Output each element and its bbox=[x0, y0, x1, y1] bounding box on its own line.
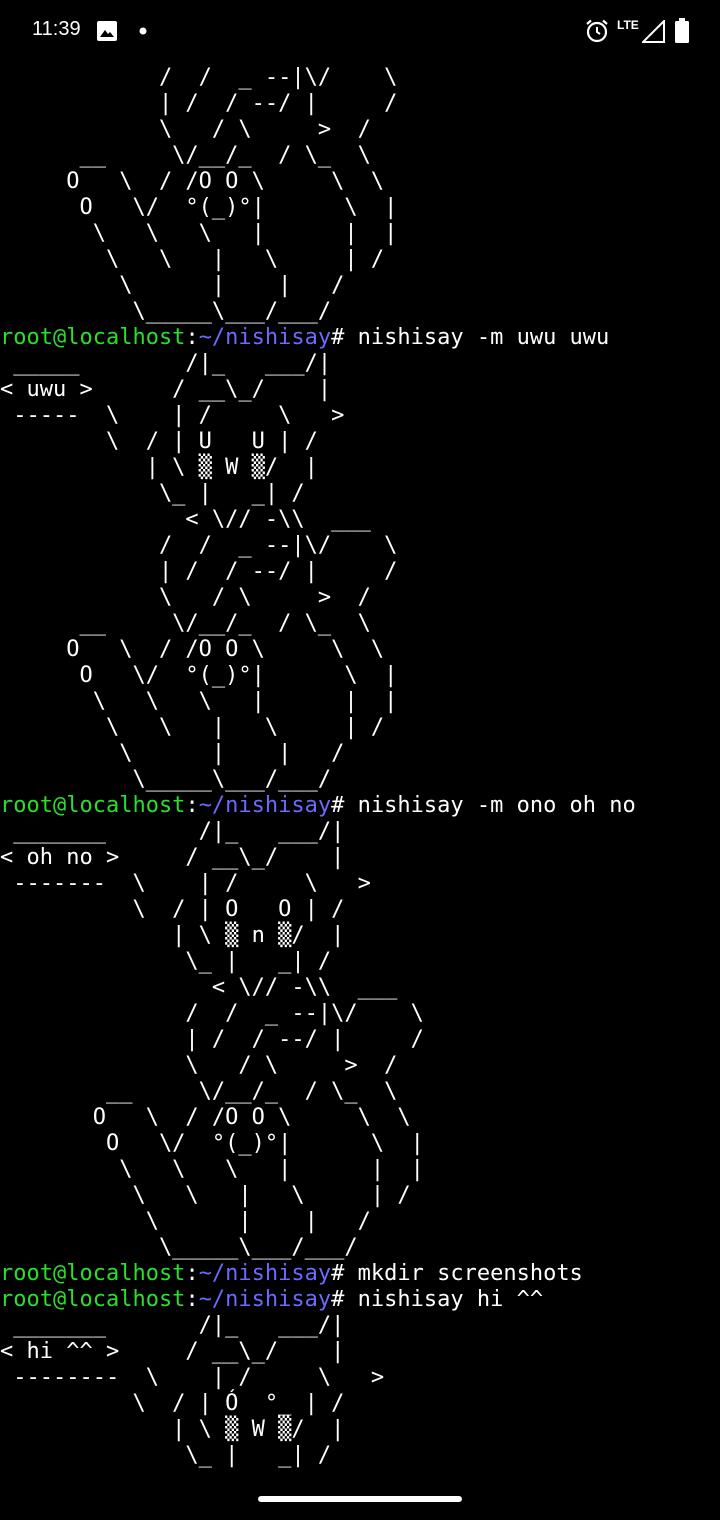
ascii-art-line: __ \/__/_ / \_ \ bbox=[0, 611, 371, 636]
ascii-art-line: < \// -\\ ___ bbox=[0, 975, 398, 1000]
prompt-symbol: # bbox=[331, 325, 345, 350]
ascii-art-line: | / / --/ | / bbox=[0, 1027, 424, 1052]
prompt-symbol: # bbox=[331, 793, 345, 818]
command-text: nishisay hi ^^ bbox=[344, 1287, 544, 1312]
ascii-art-line: \_ | _| / bbox=[0, 949, 332, 974]
prompt-path: ~/nishisay bbox=[198, 1261, 332, 1286]
command-text: mkdir screenshots bbox=[344, 1261, 583, 1286]
ascii-art-line: \_ | _| / bbox=[0, 481, 305, 506]
ascii-art-line: \_____\___/___/ bbox=[0, 767, 332, 792]
ascii-art-line: \ \ \ | | | bbox=[0, 689, 398, 714]
status-time: 11:39 bbox=[32, 18, 81, 40]
ascii-art-line: \ / | Ó °_ | / bbox=[0, 1391, 345, 1416]
ascii-art-line: \ \ | \ | / bbox=[0, 715, 385, 740]
ascii-art-line: \ \ | \ | / bbox=[0, 1183, 411, 1208]
network-type-label: LTE bbox=[617, 18, 639, 32]
ascii-art-line: / / _ --|\/ \ bbox=[0, 1001, 424, 1026]
prompt-symbol: # bbox=[331, 1287, 345, 1312]
ascii-art-line: _______ /|_ ___/| bbox=[0, 819, 345, 844]
command-text: nishisay -m ono oh no bbox=[344, 793, 636, 818]
ascii-art-line: | \ ▒ W ▒/ | bbox=[0, 455, 318, 480]
ascii-art-line: \ \ \ | | | bbox=[0, 1157, 424, 1182]
ascii-art-line: _______ /|_ ___/| bbox=[0, 1313, 345, 1338]
prompt-user: root@localhost bbox=[0, 793, 186, 818]
status-bar: 11:39 LTE bbox=[0, 0, 720, 64]
ascii-art-line: __ \/__/_ / \_ \ bbox=[0, 143, 371, 168]
home-indicator[interactable] bbox=[258, 1496, 462, 1502]
prompt-user: root@localhost bbox=[0, 1287, 186, 1312]
dot-icon bbox=[139, 27, 147, 35]
prompt-symbol: # bbox=[331, 1261, 345, 1286]
ascii-art-line: __ \/__/_ / \_ \ bbox=[0, 1079, 398, 1104]
prompt-separator: : bbox=[185, 1261, 199, 1286]
ascii-art-line: < oh no > / __\_/ | bbox=[0, 845, 345, 870]
ascii-art-line: _____ /|_ ___/| bbox=[0, 351, 332, 376]
ascii-art-line: ------- \ | / \ > bbox=[0, 871, 371, 896]
ascii-art-line: | / / --/ | / bbox=[0, 559, 398, 584]
battery-icon bbox=[675, 18, 689, 43]
ascii-art-line: O \ / /O O \ \ \ bbox=[0, 1105, 411, 1130]
ascii-art-line: \ \ \ | | | bbox=[0, 221, 398, 246]
ascii-art-line: / / _ --|\/ \ bbox=[0, 533, 398, 558]
gallery-icon bbox=[97, 21, 117, 41]
prompt-line: root@localhost:~/nishisay# nishisay hi ^… bbox=[0, 1287, 720, 1313]
ascii-art-line: / / _ --|\/ \ bbox=[0, 65, 398, 90]
prompt-line: root@localhost:~/nishisay# nishisay -m o… bbox=[0, 793, 720, 819]
ascii-art-line: \ | | / bbox=[0, 741, 345, 766]
prompt-path: ~/nishisay bbox=[198, 325, 332, 350]
ascii-art-line: \ / \ > / bbox=[0, 117, 371, 142]
ascii-art-line: O \ / /O O \ \ \ bbox=[0, 637, 385, 662]
prompt-path: ~/nishisay bbox=[198, 793, 332, 818]
ascii-art-line: < hi ^^ > / __\_/ | bbox=[0, 1339, 345, 1364]
prompt-separator: : bbox=[185, 1287, 199, 1312]
ascii-art-line: < uwu > / __\_/ | bbox=[0, 377, 332, 402]
ascii-art-line: \ / \ > / bbox=[0, 585, 371, 610]
ascii-art-line: \ / | U U | / bbox=[0, 429, 318, 454]
ascii-art-line: \ \ | \ | / bbox=[0, 247, 385, 272]
ascii-art-line: O \ / /O O \ \ \ bbox=[0, 169, 385, 194]
ascii-art-line: \ | | / bbox=[0, 273, 345, 298]
ascii-art-line: \ / \ > / bbox=[0, 1053, 398, 1078]
prompt-user: root@localhost bbox=[0, 1261, 186, 1286]
terminal-output[interactable]: / / _ --|\/ \ | / / --/ | / \ / \ > / __… bbox=[0, 65, 720, 1469]
prompt-separator: : bbox=[185, 325, 199, 350]
ascii-art-line: O \/ °(_)°| \ | bbox=[0, 663, 398, 688]
ascii-art-line: | \ ▒ n ▒/ | bbox=[0, 923, 345, 948]
ascii-art-line: O \/ °(_)°| \ | bbox=[0, 195, 398, 220]
alarm-icon bbox=[586, 19, 608, 43]
ascii-art-line: \ | | / bbox=[0, 1209, 371, 1234]
ascii-art-line: \_____\___/___/ bbox=[0, 1235, 358, 1260]
prompt-line: root@localhost:~/nishisay# nishisay -m u… bbox=[0, 325, 720, 351]
ascii-art-line: \_____\___/___/ bbox=[0, 299, 332, 324]
prompt-line: root@localhost:~/nishisay# mkdir screens… bbox=[0, 1261, 720, 1287]
ascii-art-line: O \/ °(_)°| \ | bbox=[0, 1131, 424, 1156]
signal-icon bbox=[642, 20, 665, 43]
ascii-art-line: -------- \ | / \ > bbox=[0, 1365, 385, 1390]
ascii-art-line: ----- \ | / \ > bbox=[0, 403, 345, 428]
ascii-art-line: \ / | O O | / bbox=[0, 897, 345, 922]
command-text: nishisay -m uwu uwu bbox=[344, 325, 610, 350]
ascii-art-line: | / / --/ | / bbox=[0, 91, 398, 116]
ascii-art-line: | \ ▒ W ▒/ | bbox=[0, 1417, 345, 1442]
prompt-path: ~/nishisay bbox=[198, 1287, 332, 1312]
prompt-separator: : bbox=[185, 793, 199, 818]
ascii-art-line: < \// -\\ ___ bbox=[0, 507, 371, 532]
prompt-user: root@localhost bbox=[0, 325, 186, 350]
ascii-art-line: \_ | _| / bbox=[0, 1443, 332, 1468]
